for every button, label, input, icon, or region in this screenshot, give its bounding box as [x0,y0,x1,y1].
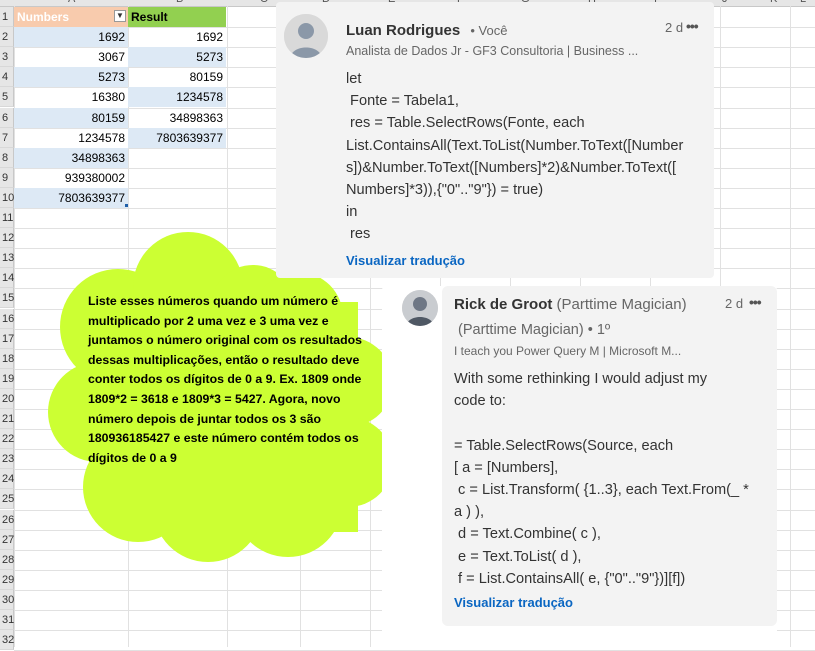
row-number[interactable]: 9 [0,167,14,188]
comment-body: let Fonte = Tabela1, res = Table.SelectR… [346,71,684,243]
result-header-label: Result [131,10,168,24]
row-number[interactable]: 17 [0,328,14,349]
row-number[interactable]: 14 [0,268,14,289]
result-cell[interactable]: 80159 [128,67,226,87]
author-title-inline: (Parttime Magician) [556,296,687,313]
numbers-header-label: Numbers [17,10,70,24]
author-name[interactable]: Rick de Groot (Parttime Magician) [454,296,687,313]
timestamp: 2 d [725,296,744,311]
row-number[interactable]: 18 [0,348,14,369]
numbers-cell[interactable]: 3067 [14,47,128,67]
numbers-cell[interactable]: 1692 [14,27,128,48]
row-number[interactable]: 5 [0,87,14,108]
comment-card-rick: Rick de Groot (Parttime Magician) (Partt… [382,286,777,647]
author-headline: Analista de Dados Jr - GF3 Consultoria |… [346,44,639,58]
row-number[interactable]: 13 [0,248,14,269]
result-column-header[interactable]: Result [128,7,226,27]
numbers-column-header[interactable]: Numbers ▼ [14,7,128,27]
view-translation-link[interactable]: Visualizar tradução [346,253,465,268]
more-options-icon[interactable]: ••• [749,294,762,310]
row-number[interactable]: 7 [0,127,14,148]
row-number[interactable]: 6 [0,107,14,128]
comment-body: With some rethinking I would adjust my c… [454,371,749,587]
column-letter[interactable]: L [800,0,806,5]
comment-bubble: Rick de Groot (Parttime Magician) (Partt… [442,286,777,626]
numbers-cell[interactable]: 1234578 [14,128,128,148]
column-letter[interactable]: K [770,0,777,5]
table-resize-handle[interactable] [125,204,128,207]
row-number[interactable]: 29 [0,569,14,590]
row-number[interactable]: 15 [0,288,14,309]
column-letter[interactable]: B [176,0,183,5]
column-letter[interactable]: J [722,0,728,5]
relation-badge: • Você [470,23,508,38]
column-letter[interactable]: C [260,0,268,5]
row-number[interactable]: 30 [0,589,14,610]
numbers-cell[interactable]: 80159 [14,107,128,128]
result-cell[interactable]: 1692 [128,27,226,47]
row-number[interactable]: 3 [0,47,14,68]
row-number[interactable]: 21 [0,409,14,430]
author-headline: I teach you Power Query M | Microsoft M.… [454,344,682,358]
row-number[interactable]: 11 [0,208,14,229]
column-letter[interactable]: A [68,0,75,5]
row-number[interactable]: 32 [0,630,14,651]
row-number[interactable]: 27 [0,529,14,550]
row-number[interactable]: 31 [0,610,14,631]
avatar[interactable] [402,290,438,326]
numbers-cell[interactable]: 16380 [14,87,128,107]
row-number[interactable]: 16 [0,308,14,329]
callout-text: Liste esses números quando um número é m… [88,294,362,465]
row-number[interactable]: 4 [0,67,14,88]
author-name-text[interactable]: Rick de Groot [454,296,552,313]
comment-card-luan: Luan Rodrigues • Você Analista de Dados … [276,2,714,278]
row-number[interactable]: 23 [0,449,14,470]
author-name[interactable]: Luan Rodrigues • Você [346,22,507,39]
row-number[interactable]: 12 [0,228,14,249]
filter-dropdown-icon[interactable]: ▼ [114,10,126,22]
row-number[interactable]: 28 [0,549,14,570]
numbers-cell[interactable]: 5273 [14,67,128,88]
gridline [790,6,791,647]
user-photo-icon [402,290,438,326]
result-cell[interactable]: 5273 [128,47,226,68]
row-number[interactable]: 20 [0,388,14,409]
avatar[interactable] [284,14,328,58]
numbers-cell[interactable]: 939380002 [14,168,128,188]
author-title-and-degree: (Parttime Magician) • 1º [458,322,611,338]
timestamp: 2 d [665,20,684,35]
view-translation-link[interactable]: Visualizar tradução [454,595,573,610]
row-number[interactable]: 25 [0,489,14,510]
user-silhouette-icon [284,14,328,58]
result-cell[interactable]: 34898363 [128,108,226,128]
result-cell[interactable]: 1234578 [128,87,226,108]
author-name-text[interactable]: Luan Rodrigues [346,22,460,39]
row-number[interactable]: 26 [0,509,14,530]
row-number[interactable]: 24 [0,469,14,490]
row-number[interactable]: 19 [0,368,14,389]
result-cell[interactable]: 7803639377 [128,127,226,148]
row-number[interactable]: 10 [0,187,14,208]
row-number[interactable]: 1 [0,7,14,28]
row-number[interactable]: 8 [0,147,14,168]
row-number[interactable]: 22 [0,429,14,450]
more-options-icon[interactable]: ••• [686,18,699,34]
row-number[interactable]: 2 [0,27,14,48]
numbers-cell[interactable]: 7803639377 [14,187,128,208]
numbers-cell[interactable]: 34898363 [14,147,128,168]
